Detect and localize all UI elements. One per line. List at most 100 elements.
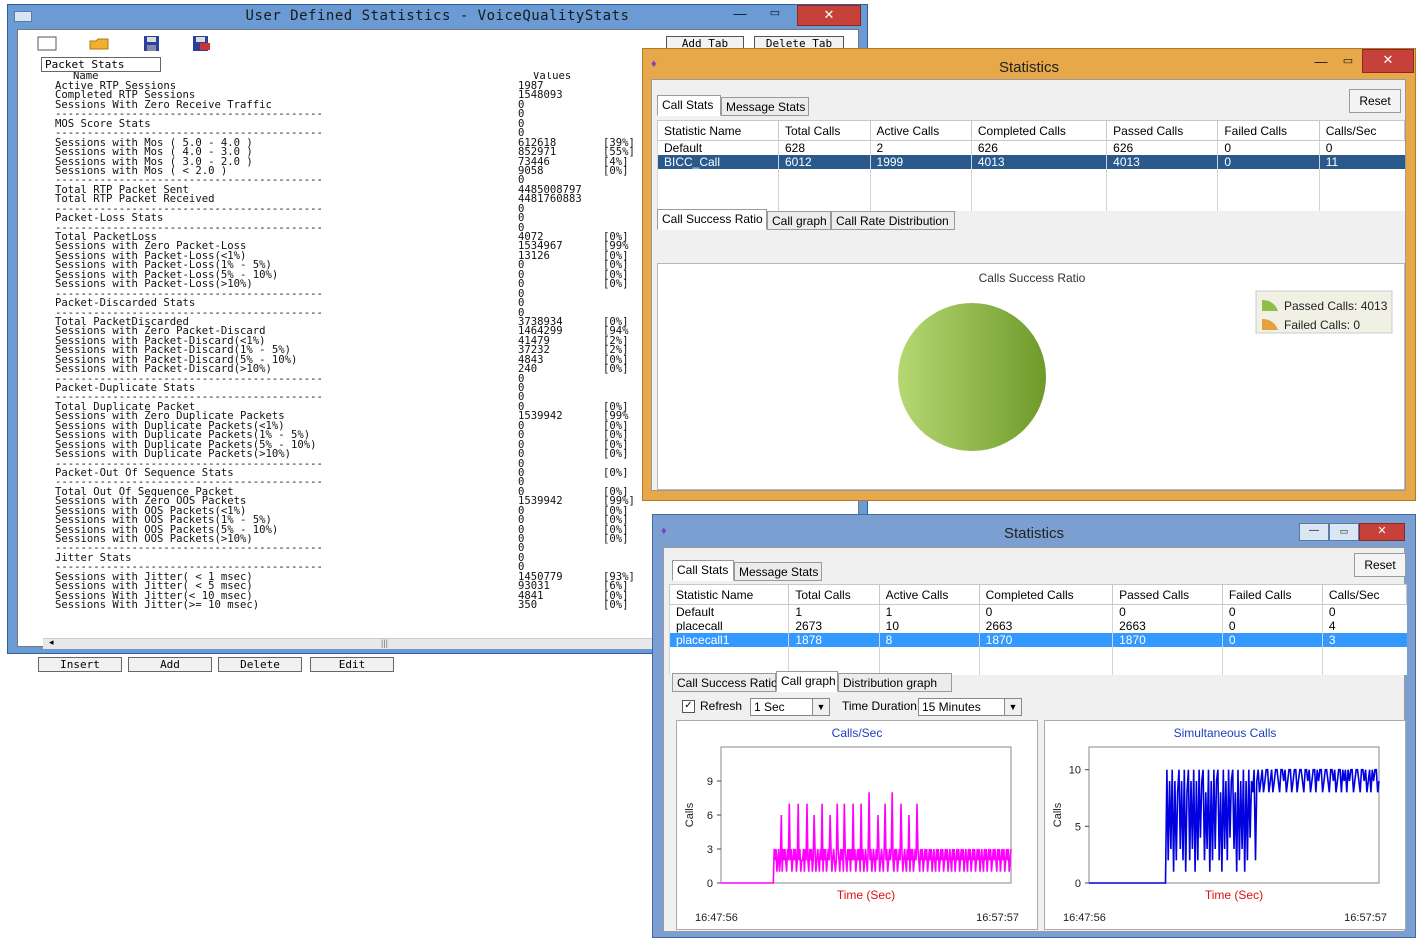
reset-button[interactable]: Reset [1349, 89, 1401, 113]
table-cell: 6012 [777, 155, 871, 169]
refresh-checkbox[interactable]: ✓ [682, 700, 695, 713]
table-cell: 0 [1217, 155, 1320, 169]
title-bar[interactable]: ♦ Statistics — ▭ ✕ [643, 49, 1415, 79]
pie-slice [898, 303, 1046, 451]
scroll-left-icon[interactable]: ◂ [49, 637, 54, 648]
refresh-interval-select[interactable]: 1 Sec ▼ [750, 698, 830, 716]
column-header[interactable]: Statistic Name [668, 584, 790, 605]
time-duration-select[interactable]: 15 Minutes ▼ [918, 698, 1022, 716]
maximize-button[interactable]: ▭ [1329, 523, 1359, 541]
table-cell: placecall1 [668, 633, 789, 647]
call-stats-tabstrip: Call Stats Message Stats [672, 560, 952, 581]
row-name: Sessions With Jitter(>= 10 msec) [55, 599, 260, 612]
tab-call-rate-distribution[interactable]: Call Rate Distribution [831, 211, 955, 230]
column-header[interactable]: Calls/Sec [1321, 584, 1408, 605]
table-cell: 1 [878, 604, 980, 619]
row-value: 1539942 [518, 495, 563, 508]
row-value: 4481760883 [518, 193, 582, 206]
table-cell: 4013 [970, 155, 1107, 169]
time-duration-value: 15 Minutes [922, 700, 981, 714]
table-row[interactable]: Sessions With Jitter(>= 10 msec) 350 [0%] [43, 599, 683, 612]
pie-legend: Passed Calls: 4013 Failed Calls: 0 [1255, 290, 1393, 334]
column-header[interactable]: Failed Calls [1221, 584, 1323, 605]
close-button[interactable]: ✕ [1359, 523, 1405, 541]
table-header-row: Statistic Name Total Calls Active Calls Com… [657, 120, 1406, 141]
title-bar[interactable]: ♦ Statistics — ▭ ✕ [653, 515, 1415, 547]
table-cell: 0 [1318, 140, 1405, 155]
empty-row [657, 183, 1405, 197]
pie-chart: Calls Success Ratio Passed Calls: 4013 Fa… [898, 271, 1393, 451]
tab-call-success-ratio[interactable]: Call Success Ratio [672, 673, 778, 692]
edit-button[interactable]: Edit [310, 657, 394, 672]
graph-tabstrip: Call Success Ratio Call graph Distributi… [672, 671, 972, 692]
y-tick-label: 0 [707, 878, 713, 890]
window-client: Call Stats Message Stats Reset Statistic… [663, 547, 1408, 932]
open-folder-icon[interactable] [88, 36, 110, 51]
table-header-row: Statistic Name Total Calls Active Calls Com… [668, 584, 1408, 605]
column-header[interactable]: Completed Calls [978, 584, 1114, 605]
x-axis-label: Time (Sec) [1205, 888, 1263, 902]
column-header[interactable]: Calls/Sec [1318, 120, 1406, 141]
add-button[interactable]: Add [128, 657, 212, 672]
minimize-button[interactable]: — [727, 5, 753, 24]
close-button[interactable]: ✕ [797, 5, 861, 26]
save-icon[interactable] [140, 36, 162, 51]
column-header[interactable]: Completed Calls [970, 120, 1108, 141]
horizontal-scrollbar[interactable]: ◂ ||| [43, 637, 668, 649]
title-bar[interactable]: User Defined Statistics - VoiceQualitySt… [8, 5, 867, 29]
calls-per-sec-chart: Calls/Sec 0 3 6 9 Calls Time (Sec) 16:47:56 16:5… [676, 720, 1038, 930]
column-header[interactable]: Active Calls [878, 584, 980, 605]
tab-distribution-graph[interactable]: Distribution graph [838, 673, 952, 692]
table-row[interactable]: ----------------------------------------… [43, 543, 683, 554]
maximize-button[interactable]: ▭ [1335, 53, 1361, 72]
column-header[interactable]: Total Calls [788, 584, 880, 605]
window-title: Statistics [998, 59, 1059, 76]
table-row[interactable]: placecall 2673 10 2663 2663 0 4 [668, 619, 1407, 633]
tab-call-success-ratio[interactable]: Call Success Ratio [657, 209, 767, 230]
maximize-button[interactable]: ▭ [760, 5, 790, 24]
close-button[interactable]: ✕ [1362, 49, 1414, 73]
row-percent: [0%] [603, 448, 629, 461]
table-cell: 1870 [978, 633, 1113, 647]
column-header[interactable]: Total Calls [777, 120, 871, 141]
chevron-down-icon[interactable]: ▼ [1004, 699, 1021, 715]
y-tick-label: 6 [707, 810, 713, 822]
statistics-window-bicc: ♦ Statistics — ▭ ✕ Call Stats Message St… [642, 48, 1416, 501]
grid-rows: Active RTP Sessions 1987 Completed RTP Ses… [43, 80, 683, 612]
table-cell: 1878 [788, 633, 880, 647]
column-header[interactable]: Statistic Name [657, 120, 779, 141]
tab-call-stats[interactable]: Call Stats [657, 95, 721, 116]
table-row[interactable]: Default 1 1 0 0 0 0 [668, 604, 1407, 619]
table-row[interactable]: Default 628 2 626 626 0 0 [657, 140, 1405, 155]
tab-packet-stats[interactable]: Packet Stats [41, 57, 161, 72]
table-row[interactable]: BICC_Call 6012 1999 4013 4013 0 11 [657, 155, 1405, 169]
chevron-down-icon[interactable]: ▼ [812, 699, 829, 715]
reset-button[interactable]: Reset [1354, 553, 1406, 577]
tab-call-graph[interactable]: Call graph [767, 211, 831, 230]
column-header[interactable]: Active Calls [869, 120, 972, 141]
minimize-button[interactable]: — [1308, 53, 1334, 72]
save-as-icon[interactable] [190, 36, 212, 51]
insert-button[interactable]: Insert [38, 657, 122, 672]
minimize-button[interactable]: — [1299, 523, 1329, 541]
new-file-icon[interactable] [36, 36, 58, 51]
tab-message-stats[interactable]: Message Stats [721, 97, 809, 116]
tab-message-stats[interactable]: Message Stats [734, 562, 822, 581]
table-cell: 2673 [788, 619, 880, 633]
tab-call-graph[interactable]: Call graph [776, 671, 838, 692]
column-header[interactable]: Passed Calls [1112, 584, 1223, 605]
column-header[interactable]: Failed Calls [1217, 120, 1320, 141]
scroll-thumb[interactable]: ||| [381, 638, 388, 648]
column-header[interactable]: Passed Calls [1106, 120, 1219, 141]
legend-label: Passed Calls: 4013 [1284, 299, 1388, 313]
table-cell: 2 [869, 140, 972, 155]
tab-call-stats[interactable]: Call Stats [672, 560, 734, 581]
table-cell: 1999 [869, 155, 972, 169]
pie-chart-panel: Calls Success Ratio Passed Calls: 4013 Fa… [657, 263, 1405, 490]
delete-button[interactable]: Delete [218, 657, 302, 672]
table-row[interactable]: placecall1 1878 8 1870 1870 0 3 [668, 633, 1407, 647]
table-cell: 0 [978, 604, 1113, 619]
table-cell: 0 [1217, 140, 1320, 155]
table-cell: 10 [878, 619, 980, 633]
table-cell: 0 [1112, 604, 1223, 619]
